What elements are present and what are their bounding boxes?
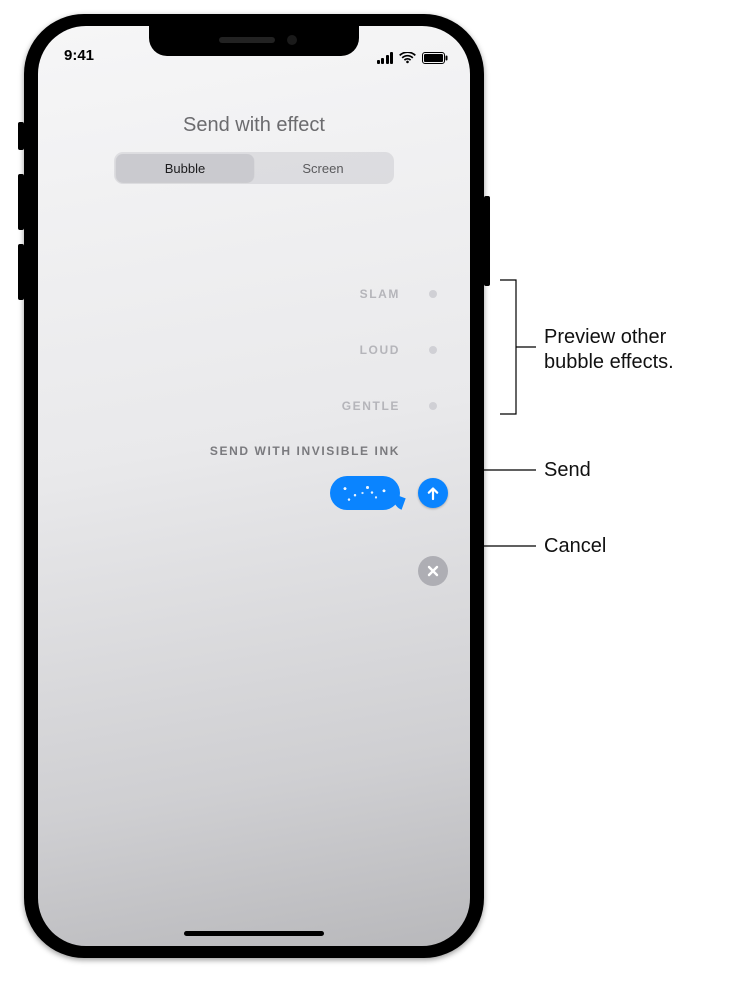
message-bubble-preview xyxy=(330,476,400,510)
invisible-ink-icon xyxy=(340,482,390,504)
wifi-icon xyxy=(399,52,416,64)
effect-option-invisible-ink[interactable]: SEND WITH INVISIBLE INK xyxy=(208,434,448,468)
effect-dot-icon xyxy=(429,346,437,354)
notch xyxy=(149,26,359,56)
effect-label: SLAM xyxy=(360,287,400,301)
callout-preview-effects: Preview other bubble effects. xyxy=(544,325,719,375)
send-button[interactable] xyxy=(418,478,448,508)
page-title: Send with effect xyxy=(38,114,470,137)
effect-option-slam[interactable]: SLAM xyxy=(208,266,448,322)
battery-icon xyxy=(422,52,448,64)
arrow-up-icon xyxy=(425,485,441,501)
effect-option-loud[interactable]: LOUD xyxy=(208,322,448,378)
effect-dot-icon xyxy=(429,402,437,410)
bubble-effects-list: SLAM LOUD GENTLE SEND WITH INVISIBLE INK xyxy=(208,266,448,586)
effect-option-gentle[interactable]: GENTLE xyxy=(208,378,448,434)
home-indicator[interactable] xyxy=(184,931,324,936)
close-icon xyxy=(426,564,440,578)
callout-send: Send xyxy=(544,458,591,483)
message-preview-row xyxy=(208,476,448,510)
tab-screen[interactable]: Screen xyxy=(254,154,392,182)
phone-frame: 9:41 xyxy=(24,14,484,958)
power-button xyxy=(484,196,490,286)
effect-dot-icon xyxy=(429,290,437,298)
status-time: 9:41 xyxy=(64,47,94,66)
effect-label: GENTLE xyxy=(342,399,400,413)
effect-scope-segmented-control[interactable]: Bubble Screen xyxy=(114,152,394,184)
cancel-button[interactable] xyxy=(418,556,448,586)
tab-bubble[interactable]: Bubble xyxy=(116,154,254,182)
cellular-signal-icon xyxy=(377,52,394,64)
phone-screen: 9:41 xyxy=(38,26,470,946)
effect-label: SEND WITH INVISIBLE INK xyxy=(210,444,400,458)
effect-label: LOUD xyxy=(360,343,400,357)
callout-cancel: Cancel xyxy=(544,534,606,559)
